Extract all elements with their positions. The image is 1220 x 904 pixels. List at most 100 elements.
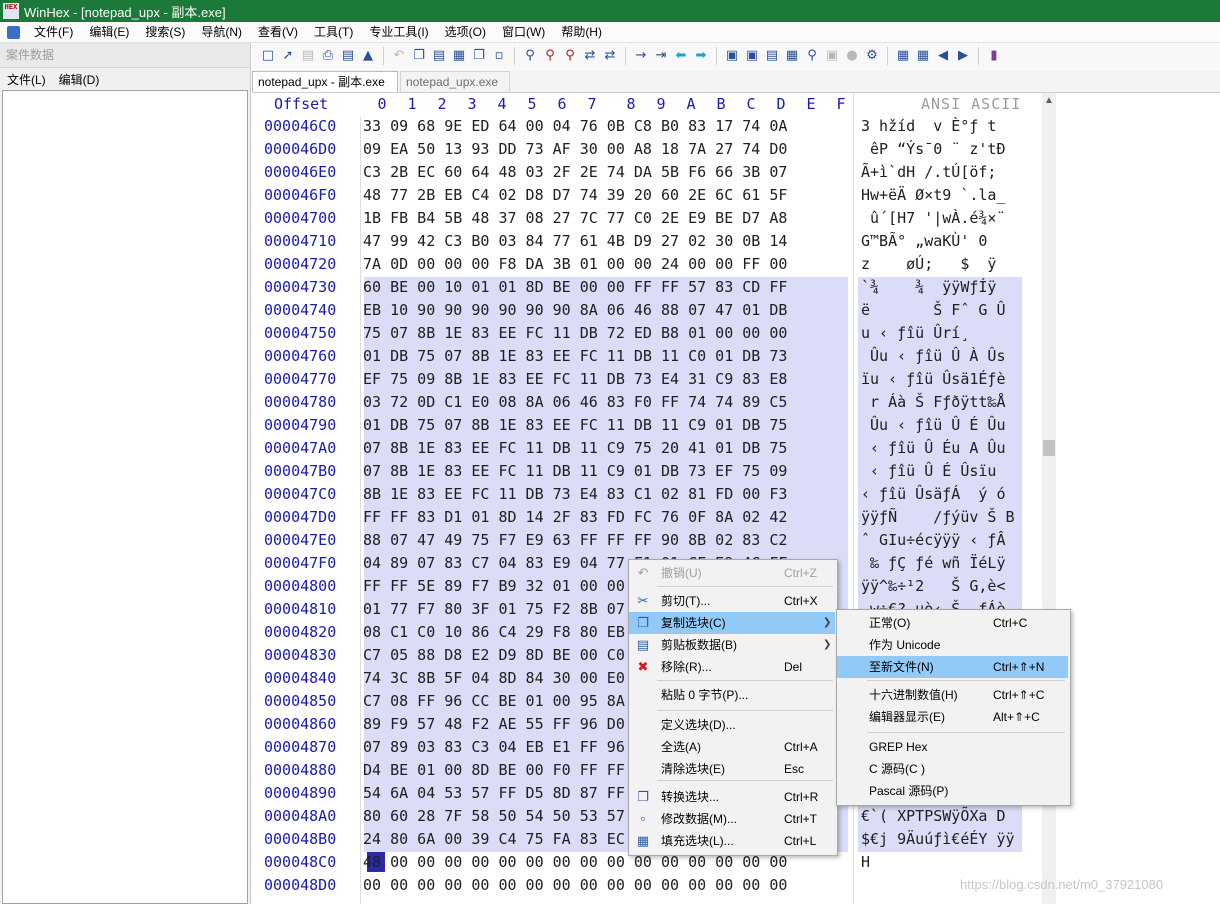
ansi-text-row[interactable]: $€j 9Äuúƒì€éÉY ÿÿ: [861, 830, 1015, 848]
ansi-text-row[interactable]: ‹ ƒîü Û Éu A Ûu: [861, 439, 1005, 457]
hex-bytes-row[interactable]: 33 09 68 9E ED 64 00 04 76 0B C8 B0 83 17…: [363, 117, 787, 135]
disk-tools-icon[interactable]: ▣: [744, 48, 760, 64]
paste-icon[interactable]: ▤: [431, 48, 447, 64]
ansi-text-row[interactable]: z øÚ; $ ÿ: [861, 255, 1006, 273]
hex-bytes-right[interactable]: 11 C9 01 DB 73 EF 75 09: [580, 462, 788, 480]
menu-navigation[interactable]: 导航(N): [193, 22, 250, 42]
lookup-icon[interactable]: ●: [844, 48, 860, 64]
clone-icon[interactable]: ▣: [824, 48, 840, 64]
hex-bytes-left[interactable]: FF FF 83 D1 01 8D 14 2F: [363, 508, 571, 526]
hex-bytes-row[interactable]: C3 2B EC 60 64 48 03 2F 2E 74 DA 5B F6 66…: [363, 163, 787, 181]
open-icon[interactable]: ➚: [280, 48, 296, 64]
replace-text-icon[interactable]: ⇄: [582, 48, 598, 64]
hex-bytes-left[interactable]: 33 09 68 9E ED 64 00 04: [363, 117, 571, 135]
hex-bytes-right[interactable]: 11 DB 73 E4 31 C9 83 E8: [580, 370, 788, 388]
hex-bytes-left[interactable]: 54 6A 04 53 57 FF D5 8D: [363, 784, 571, 802]
ansi-text-row[interactable]: ‹ ƒîü ÛsäƒÁ ý ó: [861, 485, 1006, 503]
hex-bytes-right[interactable]: 01 00 00 24 00 00 FF 00: [580, 255, 788, 273]
binary-icon[interactable]: ▫: [491, 48, 507, 64]
menu-edit[interactable]: 编辑(E): [81, 22, 137, 42]
hex-bytes-right[interactable]: 30 00 A8 18 7A 27 74 D0: [580, 140, 788, 158]
menu-help[interactable]: 帮助(H): [553, 22, 610, 42]
find-hex-icon[interactable]: ⚲: [542, 48, 558, 64]
hex-bytes-row[interactable]: 75 07 8B 1E 83 EE FC 11 DB 72 ED B8 01 00…: [363, 324, 787, 342]
hex-bytes-left[interactable]: EF 75 09 8B 1E 83 EE FC: [363, 370, 571, 388]
hex-bytes-left[interactable]: 48 00 00 00 00 00 00 00: [363, 853, 571, 871]
hex-bytes-left[interactable]: 04 89 07 83 C7 04 83 E9: [363, 554, 571, 572]
forward-icon[interactable]: ➡: [693, 48, 709, 64]
calculator-icon[interactable]: ▦: [784, 48, 800, 64]
context-menu-item[interactable]: ↶ 撤销(U) Ctrl+Z: [629, 562, 835, 584]
hex-bytes-left[interactable]: 74 3C 8B 5F 04 8D 84 30: [363, 669, 571, 687]
goto-offset-icon[interactable]: →: [633, 48, 649, 64]
hex-bytes-right[interactable]: FF FF FF 90 8B 02 83 C2: [580, 531, 788, 549]
hex-bytes-row[interactable]: 07 8B 1E 83 EE FC 11 DB 11 C9 01 DB 73 EF…: [363, 462, 787, 480]
prev-icon[interactable]: ◀: [935, 48, 951, 64]
ansi-text-row[interactable]: `¾ ¾ ÿÿWƒÍÿ: [861, 278, 996, 296]
hex-bytes-left[interactable]: 07 89 03 83 C3 04 EB E1: [363, 738, 571, 756]
ram-icon[interactable]: ▤: [764, 48, 780, 64]
submenu-item[interactable]: C 源码(C ): [837, 758, 1068, 780]
context-menu-item[interactable]: 粘贴 0 字节(P)...: [629, 684, 835, 706]
hex-bytes-left[interactable]: C7 05 88 D8 E2 D9 8D BE: [363, 646, 571, 664]
layout-icon[interactable]: ▦: [895, 48, 911, 64]
hex-bytes-left[interactable]: FF FF 5E 89 F7 B9 32 01: [363, 577, 571, 595]
hex-bytes-right[interactable]: 7C 77 C0 2E E9 BE D7 A8: [580, 209, 788, 227]
find-hex2-icon[interactable]: ⚲: [562, 48, 578, 64]
ansi-text-row[interactable]: Hw+ëÄ Ø×t9 `.la_: [861, 186, 1006, 204]
submenu-item[interactable]: 正常(O) Ctrl+C: [837, 612, 1068, 634]
hex-bytes-left[interactable]: 48 77 2B EB C4 02 D8 D7: [363, 186, 571, 204]
menu-specialist-tools[interactable]: 专业工具(I): [361, 22, 436, 42]
context-menu-item[interactable]: 清除选块(E) Esc: [629, 758, 835, 780]
hex-bytes-right[interactable]: FC 11 DB 11 C0 01 DB 73: [580, 347, 788, 365]
search-icon[interactable]: ⚲: [804, 48, 820, 64]
context-menu-item[interactable]: 定义选块(D)...: [629, 714, 835, 736]
replace-hex-icon[interactable]: ⇄: [602, 48, 618, 64]
hex-bytes-left[interactable]: 24 80 6A 00 39 C4 75 FA: [363, 830, 571, 848]
hex-bytes-row[interactable]: 88 07 47 49 75 F7 E9 63 FF FF FF 90 8B 02…: [363, 531, 787, 549]
hex-bytes-left[interactable]: 01 77 F7 80 3F 01 75 F2: [363, 600, 571, 618]
paste-special-icon[interactable]: ▦: [451, 48, 467, 64]
hex-bytes-left[interactable]: 88 07 47 49 75 F7 E9 63: [363, 531, 571, 549]
copy-icon[interactable]: ❐: [411, 48, 427, 64]
hex-bytes-row[interactable]: EF 75 09 8B 1E 83 EE FC 11 DB 73 E4 31 C9…: [363, 370, 787, 388]
case-tree[interactable]: [2, 90, 248, 904]
ansi-text-row[interactable]: u ‹ ƒîü Ûrí¸: [861, 324, 1006, 342]
case-menu-file[interactable]: 文件(L): [0, 71, 52, 88]
hex-bytes-right[interactable]: 46 83 F0 FF 74 74 89 C5: [580, 393, 788, 411]
help-book-icon[interactable]: ▮: [986, 48, 1002, 64]
ansi-text-row[interactable]: Ã+ì`dH /.tÚ[öf;: [861, 163, 1006, 181]
context-menu-item[interactable]: ✖ 移除(R)... Del: [629, 656, 835, 678]
hex-bytes-left[interactable]: 47 99 42 C3 B0 03 84 77: [363, 232, 571, 250]
context-menu-item[interactable]: ❐ 转换选块... Ctrl+R: [629, 786, 835, 808]
document-menu-icon[interactable]: [7, 25, 20, 39]
hex-bytes-left[interactable]: D4 BE 01 00 8D BE 00 F0: [363, 761, 571, 779]
menu-tools[interactable]: 工具(T): [306, 22, 361, 42]
hex-bytes-left[interactable]: C7 08 FF 96 CC BE 01 00: [363, 692, 571, 710]
hex-bytes-left[interactable]: 03 72 0D C1 E0 08 8A 06: [363, 393, 571, 411]
hex-bytes-row[interactable]: 01 DB 75 07 8B 1E 83 EE FC 11 DB 11 C0 01…: [363, 347, 787, 365]
hex-bytes-right[interactable]: 74 39 20 60 2E 6C 61 5F: [580, 186, 788, 204]
export-icon[interactable]: ▲: [360, 48, 376, 64]
hex-bytes-right[interactable]: 00 00 FF FF 57 83 CD FF: [580, 278, 788, 296]
hex-bytes-right[interactable]: 76 0B C8 B0 83 17 74 0A: [580, 117, 788, 135]
goto-icon[interactable]: ⇥: [653, 48, 669, 64]
scroll-thumb[interactable]: [1043, 440, 1055, 456]
tab-notepad-upx-copy[interactable]: notepad_upx - 副本.exe: [252, 71, 398, 92]
ansi-text-row[interactable]: ïu ‹ ƒîü Ûsä1Éƒè: [861, 370, 1006, 388]
context-menu-item[interactable]: ❐ 复制选块(C) ❯: [629, 612, 835, 634]
hex-bytes-row[interactable]: 1B FB B4 5B 48 37 08 27 7C 77 C0 2E E9 BE…: [363, 209, 787, 227]
hex-bytes-right[interactable]: 2E 74 DA 5B F6 66 3B 07: [580, 163, 788, 181]
new-file-icon[interactable]: □: [260, 48, 276, 64]
hex-bytes-row[interactable]: 09 EA 50 13 93 DD 73 AF 30 00 A8 18 7A 27…: [363, 140, 787, 158]
hex-bytes-left[interactable]: 08 C1 C0 10 86 C4 29 F8: [363, 623, 571, 641]
hex-bytes-right[interactable]: 8A 06 46 88 07 47 01 DB: [580, 301, 788, 319]
context-menu-item[interactable]: 全选(A) Ctrl+A: [629, 736, 835, 758]
hex-bytes-right[interactable]: E4 83 C1 02 81 FD 00 F3: [580, 485, 788, 503]
properties-icon[interactable]: ▤: [340, 48, 356, 64]
hex-bytes-left[interactable]: 80 60 28 7F 58 50 54 50: [363, 807, 571, 825]
ansi-text-row[interactable]: G™BÃ° „waKÙ' 0: [861, 232, 1006, 250]
hex-bytes-row[interactable]: 07 8B 1E 83 EE FC 11 DB 11 C9 75 20 41 01…: [363, 439, 787, 457]
ansi-text-row[interactable]: ÿÿƒÑ /ƒýüv Š B: [861, 508, 1015, 526]
hex-bytes-left[interactable]: 60 BE 00 10 01 01 8D BE: [363, 278, 571, 296]
